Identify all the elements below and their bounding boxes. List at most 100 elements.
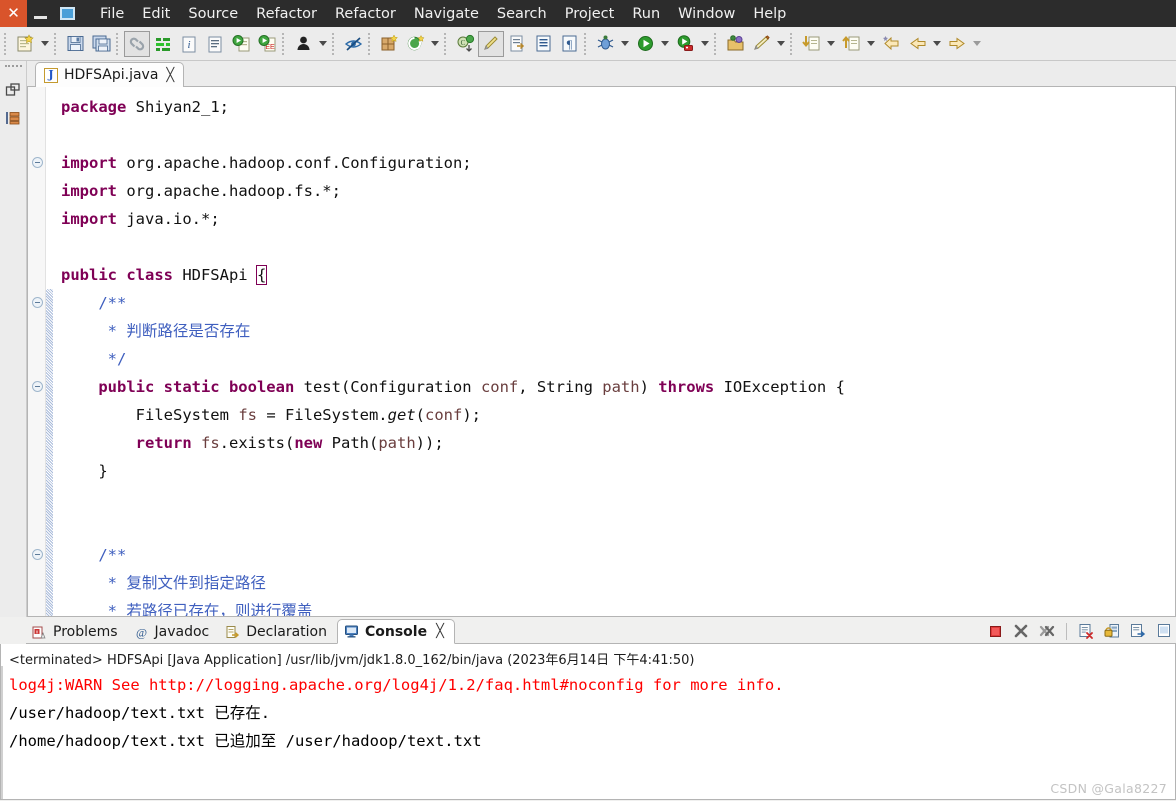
- run-dropdown-arrow[interactable]: [658, 31, 672, 57]
- last-edit-location-icon[interactable]: [878, 31, 904, 57]
- toolbar-grip-5[interactable]: [332, 32, 338, 55]
- back-dropdown-arrow[interactable]: [930, 31, 944, 57]
- menu-item-refactor[interactable]: Refactor: [247, 3, 326, 25]
- minimize-icon: [34, 15, 47, 19]
- back-icon[interactable]: [904, 31, 930, 57]
- editor-tab-strip: HDFSApi.java ╳: [27, 61, 1176, 87]
- previous-annotation-dropdown-arrow[interactable]: [864, 31, 878, 57]
- new-project-icon[interactable]: [402, 31, 428, 57]
- forward-icon[interactable]: [944, 31, 970, 57]
- new-wizard-icon[interactable]: [12, 31, 38, 57]
- run-test-icon[interactable]: EE: [254, 31, 280, 57]
- show-whitespace-icon[interactable]: ¶: [556, 31, 582, 57]
- pin-console-button[interactable]: [1126, 620, 1150, 642]
- toolbar-grip-8[interactable]: [584, 32, 590, 55]
- tab-declaration[interactable]: Declaration: [219, 620, 337, 644]
- run-coverage-icon[interactable]: [672, 31, 698, 57]
- fold-marker-icon[interactable]: [32, 381, 43, 392]
- toggle-block-icon[interactable]: [530, 31, 556, 57]
- restore-view-icon[interactable]: [2, 78, 24, 102]
- menu-item-run[interactable]: Run: [623, 3, 669, 25]
- run-coverage-dropdown-arrow[interactable]: [698, 31, 712, 57]
- terminate-button[interactable]: [983, 620, 1007, 642]
- menu-item-search[interactable]: Search: [488, 3, 556, 25]
- search-pencil-icon[interactable]: [748, 31, 774, 57]
- menu-item-window[interactable]: Window: [669, 3, 744, 25]
- close-console-tab-icon[interactable]: ╳: [436, 624, 444, 639]
- user-dropdown-arrow[interactable]: [316, 31, 330, 57]
- save-all-icon[interactable]: [88, 31, 114, 57]
- maximize-window-button[interactable]: [54, 0, 81, 27]
- outline-icon[interactable]: [202, 31, 228, 57]
- editor-tab-hdfsapi[interactable]: HDFSApi.java ╳: [35, 62, 185, 87]
- console-view[interactable]: <terminated> HDFSApi [Java Application] …: [0, 644, 1176, 800]
- remove-launch-button[interactable]: [1009, 620, 1033, 642]
- edit-marker-icon[interactable]: [478, 30, 504, 57]
- new-package-icon[interactable]: [376, 31, 402, 57]
- quick-info-icon[interactable]: i: [176, 31, 202, 57]
- menu-item-project[interactable]: Project: [556, 3, 624, 25]
- search-dropdown-arrow[interactable]: [774, 31, 788, 57]
- minimize-window-button[interactable]: [27, 0, 54, 27]
- close-window-button[interactable]: ✕: [0, 0, 27, 27]
- fold-marker-icon[interactable]: [32, 549, 43, 560]
- editor-body[interactable]: package Shiyan2_1; import org.apache.had…: [27, 87, 1176, 617]
- toolbar-grip-3[interactable]: [116, 32, 122, 55]
- toolbar-grip-4[interactable]: [282, 32, 288, 55]
- new-class-icon[interactable]: C: [452, 31, 478, 57]
- run-javadoc-icon[interactable]: [228, 31, 254, 57]
- toolbar-grip-7[interactable]: [444, 32, 450, 55]
- toolbar-grip-6[interactable]: [368, 32, 374, 55]
- fold-gutter[interactable]: [28, 87, 46, 616]
- rail-grip[interactable]: [4, 65, 22, 72]
- open-type-icon[interactable]: [722, 31, 748, 57]
- toolbar-grip-9[interactable]: [714, 32, 720, 55]
- display-selected-console-button[interactable]: [1152, 620, 1176, 642]
- toolbar-grip-2[interactable]: [54, 32, 60, 55]
- scroll-lock-button[interactable]: [1100, 620, 1124, 642]
- menu-item-refactor-2[interactable]: Refactor: [326, 3, 405, 25]
- package-explorer-icon[interactable]: [2, 106, 24, 130]
- save-icon[interactable]: [62, 31, 88, 57]
- next-annotation-dropdown-arrow[interactable]: [824, 31, 838, 57]
- menu-item-edit[interactable]: Edit: [133, 3, 179, 25]
- link-toggle-icon[interactable]: [124, 30, 150, 57]
- tab-javadoc[interactable]: @ Javadoc: [128, 620, 220, 644]
- forward-dropdown-arrow[interactable]: [970, 31, 984, 57]
- debug-dropdown-arrow[interactable]: [618, 31, 632, 57]
- tab-problems[interactable]: x Problems: [26, 620, 128, 644]
- code-line: return fs.exists(new Path(path));: [135, 434, 444, 452]
- open-task-icon[interactable]: [504, 31, 530, 57]
- hide-fields-icon[interactable]: [340, 31, 366, 57]
- console-left-margin: [1, 666, 3, 799]
- menu-items: File Edit Source Refactor Refactor Navig…: [91, 3, 795, 25]
- menu-item-file[interactable]: File: [91, 3, 133, 25]
- user-icon[interactable]: [290, 31, 316, 57]
- menu-item-source[interactable]: Source: [179, 3, 247, 25]
- svg-text:@: @: [136, 625, 147, 639]
- problems-icon: x: [32, 625, 47, 640]
- run-icon[interactable]: [632, 31, 658, 57]
- previous-annotation-icon[interactable]: [838, 31, 864, 57]
- tab-console[interactable]: Console ╳: [336, 619, 455, 644]
- new-wizard-dropdown-arrow[interactable]: [38, 31, 52, 57]
- debug-icon[interactable]: [592, 31, 618, 57]
- code-line: import java.io.*;: [61, 210, 220, 228]
- menu-item-help[interactable]: Help: [744, 3, 795, 25]
- menu-item-navigate[interactable]: Navigate: [405, 3, 488, 25]
- new-project-dropdown-arrow[interactable]: [428, 31, 442, 57]
- next-annotation-icon[interactable]: [798, 31, 824, 57]
- toolbar-grip[interactable]: [4, 32, 10, 55]
- editor-tab-label: HDFSApi.java: [64, 67, 159, 83]
- remove-all-terminated-button[interactable]: [1035, 620, 1059, 642]
- close-tab-icon[interactable]: ╳: [166, 69, 174, 82]
- console-output[interactable]: log4j:WARN See http://logging.apache.org…: [1, 671, 1175, 755]
- fold-marker-icon[interactable]: [32, 297, 43, 308]
- source-code[interactable]: package Shiyan2_1; import org.apache.had…: [53, 87, 1175, 616]
- clear-console-button[interactable]: [1074, 620, 1098, 642]
- console-icon: [344, 624, 359, 639]
- toolbar-grip-10[interactable]: [790, 32, 796, 55]
- build-all-icon[interactable]: [150, 31, 176, 57]
- fold-marker-icon[interactable]: [32, 157, 43, 168]
